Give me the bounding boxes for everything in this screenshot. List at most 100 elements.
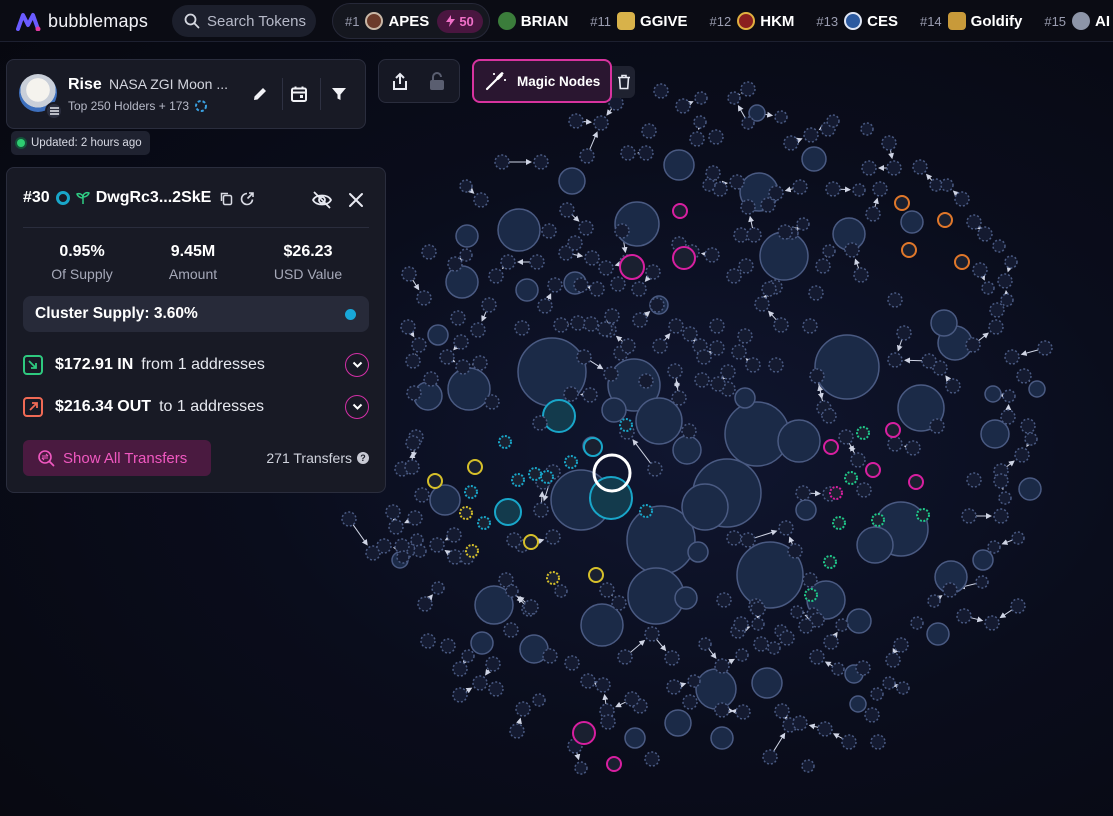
ticker-item-apes[interactable]: #1 APES 50	[332, 3, 490, 39]
holder-bubble[interactable]	[405, 353, 421, 369]
holder-bubble[interactable]	[992, 239, 1006, 253]
holder-bubble[interactable]	[698, 637, 712, 651]
holder-bubble[interactable]	[774, 110, 788, 124]
holder-bubble[interactable]	[576, 349, 592, 365]
holder-bubble[interactable]	[638, 373, 654, 389]
holder-bubble[interactable]	[429, 484, 461, 516]
holder-bubble[interactable]	[961, 508, 977, 524]
holder-bubble[interactable]	[533, 502, 549, 518]
holder-bubble[interactable]	[1018, 477, 1042, 501]
holder-bubble[interactable]	[710, 726, 734, 750]
expand-outflow-button[interactable]	[345, 395, 369, 419]
hide-eye-icon[interactable]	[311, 190, 333, 210]
cluster-bubble[interactable]	[804, 588, 818, 602]
holder-bubble[interactable]	[727, 91, 741, 105]
holder-bubble[interactable]	[838, 429, 854, 445]
cluster-bubble[interactable]	[672, 246, 696, 270]
holder-bubble[interactable]	[687, 541, 709, 563]
holder-bubble[interactable]	[583, 316, 599, 332]
holder-bubble[interactable]	[1004, 349, 1020, 365]
holder-bubble[interactable]	[753, 636, 769, 652]
holder-bubble[interactable]	[887, 352, 903, 368]
holder-bubble[interactable]	[574, 761, 588, 775]
holder-bubble[interactable]	[852, 183, 866, 197]
holder-bubble[interactable]	[505, 584, 519, 598]
cluster-bubble[interactable]	[498, 435, 512, 449]
cluster-supply-bar[interactable]: Cluster Supply: 3.60%	[23, 296, 369, 332]
holder-bubble[interactable]	[341, 511, 357, 527]
holder-bubble[interactable]	[714, 702, 730, 718]
holder-bubble[interactable]	[865, 206, 881, 222]
holder-bubble[interactable]	[693, 115, 707, 129]
holder-bubble[interactable]	[750, 601, 766, 617]
holder-bubble[interactable]	[447, 367, 491, 411]
holder-bubble[interactable]	[396, 550, 410, 564]
holder-bubble[interactable]	[966, 472, 982, 488]
holder-bubble[interactable]	[652, 338, 668, 354]
holder-bubble[interactable]	[737, 328, 753, 344]
magic-nodes-button[interactable]: Magic Nodes	[472, 59, 612, 103]
holder-bubble[interactable]	[751, 617, 765, 631]
holder-bubble[interactable]	[822, 244, 836, 258]
holder-bubble[interactable]	[470, 322, 486, 338]
holder-bubble[interactable]	[439, 349, 455, 365]
holder-bubble[interactable]	[672, 435, 702, 465]
cluster-bubble[interactable]	[572, 721, 596, 745]
holder-bubble[interactable]	[446, 527, 462, 543]
holder-bubble[interactable]	[823, 634, 839, 650]
holder-bubble[interactable]	[470, 631, 494, 655]
holder-bubble[interactable]	[881, 135, 897, 151]
holder-bubble[interactable]	[632, 312, 648, 328]
holder-bubble[interactable]	[674, 586, 698, 610]
holder-bubble[interactable]	[709, 340, 725, 356]
cluster-bubble[interactable]	[467, 459, 483, 475]
holder-bubble[interactable]	[815, 258, 831, 274]
holder-bubble[interactable]	[735, 648, 749, 662]
holder-bubble[interactable]	[826, 114, 840, 128]
holder-bubble[interactable]	[400, 319, 416, 335]
holder-bubble[interactable]	[841, 734, 857, 750]
holder-bubble[interactable]	[882, 676, 896, 690]
cluster-bubble[interactable]	[639, 504, 653, 518]
cluster-bubble[interactable]	[901, 242, 917, 258]
holder-bubble[interactable]	[417, 596, 433, 612]
holder-bubble[interactable]	[533, 154, 549, 170]
holder-bubble[interactable]	[514, 320, 530, 336]
holder-bubble[interactable]	[450, 310, 466, 326]
holder-bubble[interactable]	[825, 181, 841, 197]
holder-bubble[interactable]	[972, 262, 988, 278]
holder-bubble[interactable]	[900, 210, 924, 234]
holder-bubble[interactable]	[664, 709, 692, 737]
cluster-bubble[interactable]	[564, 455, 578, 469]
filter-button[interactable]	[327, 82, 351, 106]
cluster-bubble[interactable]	[606, 756, 622, 772]
holder-bubble[interactable]	[488, 268, 504, 284]
holder-bubble[interactable]	[787, 543, 803, 559]
cluster-bubble[interactable]	[464, 485, 478, 499]
cluster-bubble[interactable]	[894, 195, 910, 211]
holder-bubble[interactable]	[905, 440, 921, 456]
holder-bubble[interactable]	[624, 727, 646, 749]
holder-bubble[interactable]	[682, 694, 698, 710]
holder-bubble[interactable]	[447, 256, 463, 272]
holder-bubble[interactable]	[523, 599, 539, 615]
holder-bubble[interactable]	[740, 199, 756, 215]
holder-bubble[interactable]	[777, 224, 793, 240]
cluster-bubble[interactable]	[885, 422, 901, 438]
holder-bubble[interactable]	[573, 277, 589, 293]
holder-bubble[interactable]	[696, 349, 712, 365]
holder-bubble[interactable]	[559, 202, 575, 218]
cluster-bubble[interactable]	[542, 399, 576, 433]
holder-bubble[interactable]	[809, 649, 825, 665]
ticker-item-ces[interactable]: #13 CES	[816, 12, 898, 30]
ticker-item-ggive[interactable]: #11 GGIVE	[590, 12, 688, 30]
expand-inflow-button[interactable]	[345, 353, 369, 377]
holder-bubble[interactable]	[705, 165, 721, 181]
holder-bubble[interactable]	[1016, 368, 1032, 384]
holder-bubble[interactable]	[553, 317, 569, 333]
holder-bubble[interactable]	[484, 394, 500, 410]
holder-bubble[interactable]	[993, 508, 1009, 524]
holder-bubble[interactable]	[694, 372, 710, 388]
holder-bubble[interactable]	[1037, 340, 1053, 356]
cluster-bubble[interactable]	[546, 571, 560, 585]
